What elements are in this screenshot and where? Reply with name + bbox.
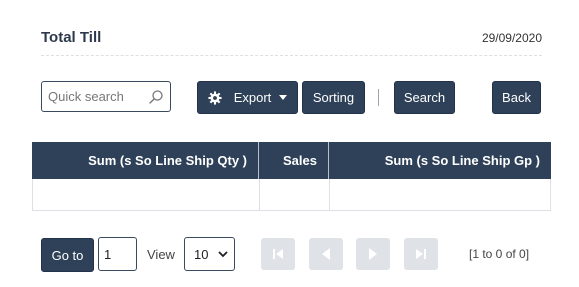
caret-down-icon	[279, 95, 288, 100]
page-number-input[interactable]	[98, 237, 137, 271]
search-input[interactable]	[48, 82, 148, 111]
page-info: [1 to 0 of 0]	[469, 247, 530, 261]
export-label: Export	[233, 90, 272, 105]
column-header-sales[interactable]: Sales	[258, 142, 328, 179]
goto-button[interactable]: Go to	[41, 238, 94, 272]
next-page-icon	[369, 248, 377, 260]
gear-icon	[208, 90, 222, 105]
chevron-down-icon	[218, 251, 228, 258]
back-button[interactable]: Back	[492, 81, 541, 114]
last-page-icon	[416, 249, 426, 259]
search-icon[interactable]	[148, 89, 164, 105]
last-page-button[interactable]	[404, 238, 438, 270]
next-page-button[interactable]	[356, 238, 390, 270]
grid-header-row: Sum (s So Line Ship Qty ) Sales Sum (s S…	[32, 142, 551, 179]
table-cell	[259, 179, 329, 210]
table-row[interactable]	[32, 179, 551, 211]
export-button[interactable]: Export	[197, 81, 298, 114]
column-header-ship-gp[interactable]: Sum (s So Line Ship Gp )	[328, 142, 551, 179]
page-title: Total Till	[41, 29, 102, 46]
toolbar-separator	[378, 89, 379, 106]
table-cell	[33, 179, 259, 210]
view-label: View	[147, 247, 175, 262]
header: Total Till 29/09/2020	[41, 20, 542, 56]
sorting-button[interactable]: Sorting	[302, 81, 365, 114]
first-page-icon	[273, 249, 283, 259]
table-cell	[329, 179, 552, 210]
data-grid: Sum (s So Line Ship Qty ) Sales Sum (s S…	[32, 142, 551, 211]
quick-search[interactable]	[41, 81, 171, 112]
page-size-select[interactable]: 10	[184, 237, 235, 271]
prev-page-icon	[322, 248, 330, 260]
column-header-ship-qty[interactable]: Sum (s So Line Ship Qty )	[32, 142, 258, 179]
prev-page-button[interactable]	[309, 238, 343, 270]
first-page-button[interactable]	[261, 238, 295, 270]
date-label: 29/09/2020	[481, 31, 542, 45]
search-button[interactable]: Search	[394, 81, 455, 114]
page-size-value: 10	[194, 247, 209, 262]
